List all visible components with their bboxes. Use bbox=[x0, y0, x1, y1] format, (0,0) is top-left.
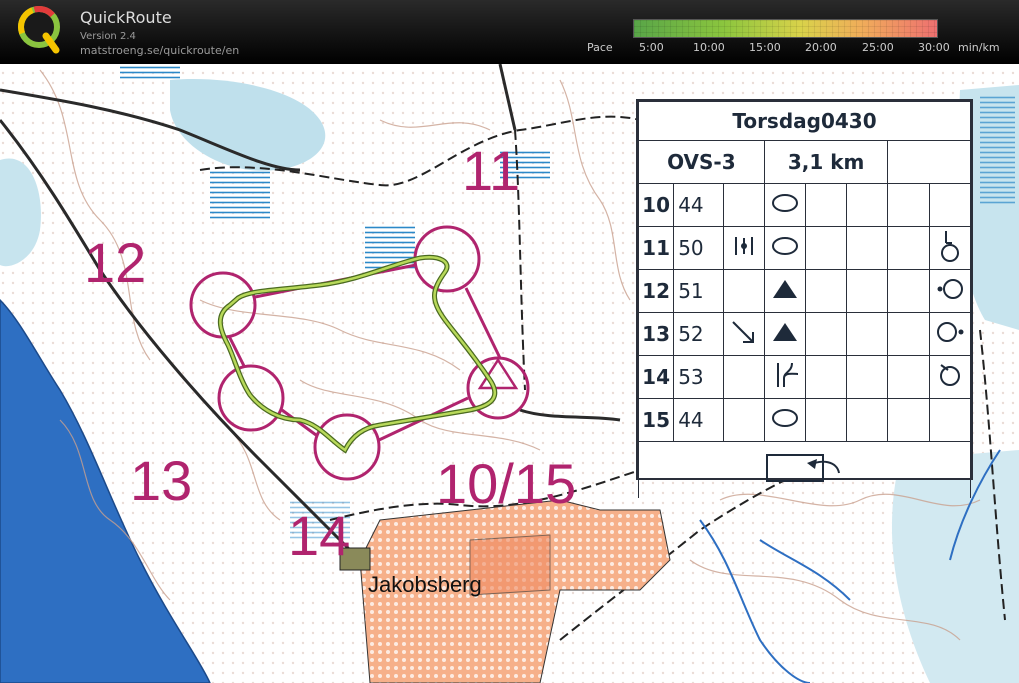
event-name: Torsdag0430 bbox=[638, 101, 971, 141]
boulder-icon bbox=[772, 322, 797, 341]
description-row: 12 51 bbox=[637, 269, 972, 313]
control-code: 53 bbox=[673, 355, 724, 399]
control-number: 10/15 bbox=[436, 452, 576, 515]
re-entrant-icon bbox=[776, 362, 798, 387]
knoll-icon bbox=[771, 236, 798, 255]
control-seq: 14 bbox=[637, 355, 675, 399]
pace-tick: 25:00 bbox=[862, 41, 894, 54]
foot-icon bbox=[940, 230, 959, 262]
pace-tick: 15:00 bbox=[749, 41, 781, 54]
description-row: 15 44 bbox=[637, 398, 972, 442]
app-url-link[interactable]: matstroeng.se/quickroute/en bbox=[80, 44, 239, 57]
north-east-corner-icon bbox=[939, 363, 960, 386]
knoll-icon bbox=[771, 193, 798, 212]
control-seq: 15 bbox=[637, 398, 675, 442]
app-header: QuickRoute Version 2.4 matstroeng.se/qui… bbox=[0, 0, 1019, 64]
finish-tape-icon bbox=[765, 453, 840, 482]
description-row: 14 53 bbox=[637, 355, 972, 399]
control-seq: 11 bbox=[637, 226, 675, 270]
pace-label: Pace bbox=[587, 41, 613, 54]
description-row: 11 50 bbox=[637, 226, 972, 270]
pace-tick: 20:00 bbox=[805, 41, 837, 54]
control-seq: 10 bbox=[637, 183, 675, 227]
pace-tick: 10:00 bbox=[693, 41, 725, 54]
control-code: 52 bbox=[673, 312, 724, 356]
description-row: 13 52 bbox=[637, 312, 972, 356]
control-seq: 12 bbox=[637, 269, 675, 313]
app-title: QuickRoute bbox=[80, 8, 172, 27]
control-number: 14 bbox=[288, 504, 350, 567]
control-code: 50 bbox=[673, 226, 724, 270]
control-number: 12 bbox=[84, 231, 146, 294]
pace-color-scale bbox=[633, 19, 938, 38]
southeast-arrow-icon bbox=[731, 320, 754, 343]
vegetation-icon bbox=[734, 236, 753, 255]
control-number: 13 bbox=[130, 449, 192, 512]
course-name: OVS-3 bbox=[638, 140, 765, 184]
description-row: 10 44 bbox=[637, 183, 972, 227]
place-name: Jakobsberg bbox=[368, 572, 482, 597]
control-code: 51 bbox=[673, 269, 724, 313]
pace-tick: 30:00 bbox=[918, 41, 950, 54]
control-number: 11 bbox=[462, 139, 520, 202]
control-seq: 13 bbox=[637, 312, 675, 356]
east-side-icon bbox=[936, 321, 964, 342]
app-version: Version 2.4 bbox=[80, 31, 136, 42]
pace-unit: min/km bbox=[958, 41, 1000, 54]
control-code: 44 bbox=[673, 398, 724, 442]
boulder-icon bbox=[772, 279, 797, 298]
quickroute-logo bbox=[18, 6, 60, 54]
knoll-icon bbox=[771, 408, 798, 427]
control-code: 44 bbox=[673, 183, 724, 227]
control-description-sheet: Torsdag0430 OVS-3 3,1 km 10 44 11 50 12 … bbox=[636, 99, 973, 498]
pace-tick: 5:00 bbox=[639, 41, 664, 54]
course-length: 3,1 km bbox=[763, 140, 889, 184]
west-side-icon bbox=[937, 278, 963, 299]
